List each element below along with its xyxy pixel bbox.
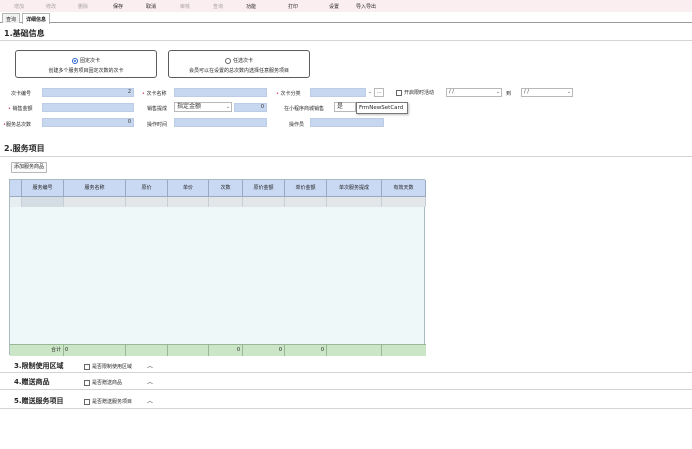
toolbar: 增加 修改 删除 保存 取消 审核 查询 功能 打印 设置 导入导出 <box>0 0 692 12</box>
divider <box>0 408 692 409</box>
card-name-label: • 次卡名称 <box>142 91 167 97</box>
card-category-label: • 次卡分类 <box>276 91 301 97</box>
chevron-down-icon[interactable]: ⌄ <box>224 103 232 112</box>
add-button[interactable]: 增加 <box>14 3 24 10</box>
basic-section-title: 1.基础信息 <box>4 29 45 38</box>
operate-time-label: 操作时间 <box>147 122 168 128</box>
fixed-card-desc: 创建多个服务项目固定次数的次卡 <box>48 68 124 74</box>
divider <box>0 372 692 373</box>
card-no-input[interactable]: 2 <box>42 88 134 97</box>
column-header[interactable]: 原价金额 <box>243 180 285 197</box>
operator-input[interactable] <box>310 118 384 127</box>
chevron-down-icon[interactable]: ⌄ <box>366 88 374 97</box>
footer-times: 0 <box>209 345 243 356</box>
optional-card-label: 任选次卡 <box>232 58 253 64</box>
divider <box>0 389 692 390</box>
operator-label: 操作员 <box>289 122 305 128</box>
column-header[interactable]: 单次服务提成 <box>327 180 382 197</box>
to-label: 到 <box>506 91 512 97</box>
chevron-up-icon[interactable]: ︿ <box>147 361 153 370</box>
operate-time-input[interactable] <box>174 118 267 127</box>
chevron-down-icon[interactable]: ⌄ <box>565 88 573 97</box>
radio-unselected-icon[interactable] <box>224 57 231 64</box>
checkbox[interactable] <box>84 398 90 405</box>
sale-amount-label: • 销售金额 <box>8 106 33 112</box>
total-times-label: •服务总次数 <box>3 122 31 128</box>
chevron-up-icon[interactable]: ︿ <box>147 396 153 405</box>
grid-footer: 合计 0 0 0 0 <box>10 344 426 356</box>
audit-button[interactable]: 审核 <box>180 3 190 10</box>
region-option-label: 是否限制使用区域 <box>92 364 133 370</box>
card-no-label: 次卡编号 <box>11 91 32 97</box>
footer-first-value: 0 <box>64 345 126 356</box>
tab-bar: 查询 详细信息 <box>0 12 692 24</box>
save-button[interactable]: 保存 <box>113 3 123 10</box>
divider <box>0 156 692 157</box>
row-header-cell <box>10 180 22 197</box>
card-name-input[interactable] <box>174 88 267 97</box>
import-export-button[interactable]: 导入导出 <box>356 3 376 10</box>
footer-orig-amount: 0 <box>243 345 285 356</box>
optional-card-option[interactable]: 任选次卡 会员可以在设置的总次数内选择任意服务项目 <box>168 50 310 78</box>
limited-activity-label: 开启限时活动 <box>404 90 435 96</box>
print-button[interactable]: 打印 <box>288 3 298 10</box>
cancel-button[interactable]: 取消 <box>146 3 156 10</box>
tooltip: FrmNewSetCard <box>356 102 408 114</box>
gift-goods-option-label: 是否赠送商品 <box>92 380 123 386</box>
region-section-title[interactable]: 3.限制使用区域 <box>14 361 64 371</box>
gift-goods-section-title[interactable]: 4.赠送商品 <box>14 377 50 387</box>
grid-header: 服务编号 服务名称 原价 单价 次数 原价金额 单价金额 单次服务提成 有效天数 <box>10 180 426 197</box>
radio-selected-icon[interactable] <box>71 57 78 64</box>
sale-commission-label: 销售提成 <box>147 106 168 112</box>
service-section-title: 2.服务项目 <box>4 144 45 153</box>
column-header[interactable]: 单价金额 <box>285 180 327 197</box>
mini-program-label: 在小程序商城销售 <box>284 106 325 112</box>
gift-service-option[interactable]: 是否赠送服务项目 <box>84 398 132 405</box>
tab-query[interactable]: 查询 <box>2 13 21 23</box>
chevron-up-icon[interactable]: ︿ <box>147 377 153 386</box>
column-header[interactable]: 服务名称 <box>64 180 126 197</box>
more-icon[interactable]: ··· <box>374 88 384 97</box>
column-header[interactable]: 单价 <box>168 180 209 197</box>
column-header[interactable]: 次数 <box>209 180 243 197</box>
settings-button[interactable]: 设置 <box>329 3 339 10</box>
gift-goods-option[interactable]: 是否赠送商品 <box>84 379 122 386</box>
limited-activity-option[interactable]: 开启限时活动 <box>396 89 434 96</box>
mini-program-select[interactable]: 是 <box>334 102 356 112</box>
service-grid: 服务编号 服务名称 原价 单价 次数 原价金额 单价金额 单次服务提成 有效天数… <box>9 179 426 356</box>
edit-button[interactable]: 修改 <box>46 3 56 10</box>
gift-service-section-title[interactable]: 5.赠送服务项目 <box>14 396 64 406</box>
fixed-card-option[interactable]: 固定次卡 创建多个服务项目固定次数的次卡 <box>15 50 157 78</box>
column-header[interactable]: 服务编号 <box>22 180 64 197</box>
table-row[interactable] <box>10 197 426 207</box>
checkbox[interactable] <box>396 89 402 96</box>
chevron-down-icon[interactable]: ⌄ <box>494 88 502 97</box>
delete-button[interactable]: 删除 <box>78 3 88 10</box>
commission-value-input[interactable]: 0 <box>234 103 267 112</box>
card-category-input[interactable] <box>310 88 366 97</box>
total-times-input[interactable]: 0 <box>42 118 134 127</box>
add-service-button[interactable]: 添加服务商品 <box>11 162 48 173</box>
region-option[interactable]: 是否限制使用区域 <box>84 363 132 370</box>
column-header[interactable]: 有效天数 <box>382 180 426 197</box>
query-button[interactable]: 查询 <box>213 3 223 10</box>
checkbox[interactable] <box>84 363 90 370</box>
divider <box>0 40 692 41</box>
tab-details[interactable]: 详细信息 <box>22 13 51 24</box>
footer-unit-amount: 0 <box>285 345 327 356</box>
column-header[interactable]: 原价 <box>126 180 168 197</box>
sale-amount-input[interactable] <box>42 103 134 112</box>
gift-service-option-label: 是否赠送服务项目 <box>92 399 133 405</box>
optional-card-desc: 会员可以在设置的总次数内选择任意服务项目 <box>188 68 289 74</box>
fixed-card-label: 固定次卡 <box>79 58 100 64</box>
checkbox[interactable] <box>84 379 90 386</box>
function-button[interactable]: 功能 <box>246 3 256 10</box>
footer-total-label: 合计 <box>10 345 64 356</box>
